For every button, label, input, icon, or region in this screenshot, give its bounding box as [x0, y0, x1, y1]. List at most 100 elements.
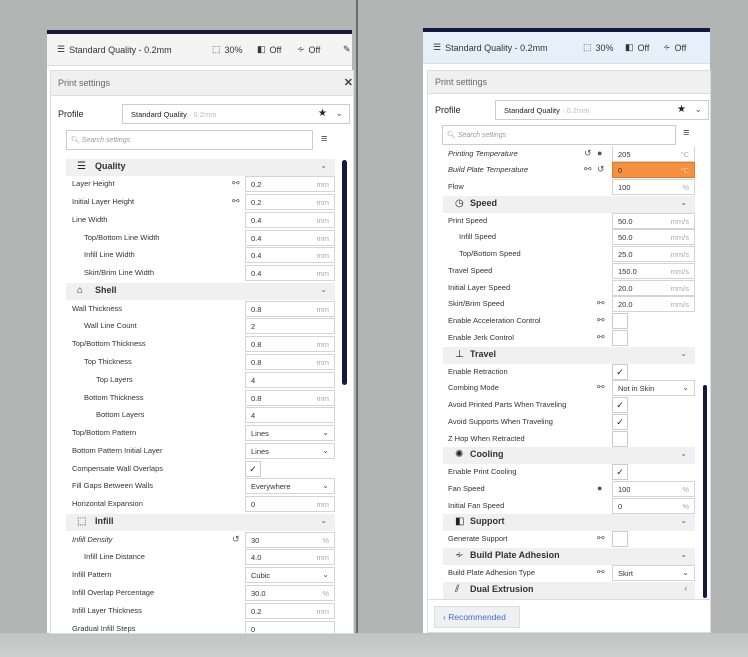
chevron-down-icon[interactable]: ⌄ — [680, 516, 687, 525]
setting-checkbox[interactable] — [612, 430, 628, 447]
setting-select[interactable]: Not in Skin ⌄ — [612, 380, 695, 397]
reset-icon[interactable]: ↺ — [232, 534, 240, 545]
search-input[interactable]: 🔍︎ Search settings — [66, 130, 313, 150]
setting-select[interactable]: Lines ⌄ — [245, 442, 335, 459]
setting-input[interactable]: 0.4 mm — [245, 211, 335, 228]
chevron-down-icon[interactable]: ⌄ — [320, 285, 327, 294]
link-icon[interactable]: ⚯ — [584, 164, 592, 175]
link-icon[interactable]: ⚯ — [597, 315, 605, 326]
chevron-down-icon[interactable]: ⌄ — [680, 550, 687, 559]
setting-input[interactable]: 0.2 mm — [245, 194, 335, 211]
setting-input[interactable]: 0.8 mm — [245, 389, 335, 406]
setting-select[interactable]: Cubic ⌄ — [245, 567, 335, 584]
setting-input[interactable]: 100% — [612, 480, 695, 497]
chevron-down-icon[interactable]: ⌄ — [694, 104, 702, 115]
category-header-travel[interactable]: ⊥ Travel ⌄ — [443, 346, 695, 364]
settings-menu-icon[interactable]: ≡ — [321, 133, 327, 145]
setting-row: Flow 100% — [427, 179, 699, 196]
setting-input[interactable]: 30% — [245, 531, 335, 548]
print-setup-header[interactable]: ☰ Standard Quality - 0.2mm ⬚ 30% ◧ Off ∻ Off — [423, 32, 710, 64]
setting-input[interactable]: 0.8 mm — [245, 300, 335, 317]
setting-input[interactable]: 0.2 mm — [245, 602, 335, 619]
category-header-dual-extrusion[interactable]: ⫽ Dual Extrusion ‹ — [443, 581, 695, 599]
setting-checkbox[interactable] — [612, 531, 628, 548]
scrollbar[interactable] — [342, 160, 347, 385]
setting-checkbox[interactable]: ✓ — [245, 460, 261, 477]
star-icon[interactable]: ★ — [677, 104, 686, 115]
settings-list[interactable]: Printing Temperature ↺ ● 205 °C Build Plate T… — [427, 147, 699, 599]
chevron-down-icon[interactable]: ⌄ — [320, 161, 327, 170]
search-input[interactable]: 🔍︎ Search settings — [442, 125, 676, 145]
print-setup-header[interactable]: ☰ Standard Quality - 0.2mm ⬚ 30% ◧ Off ∻ Off… — [47, 34, 352, 66]
category-header-shell[interactable]: ⌂ Shell ⌄ — [66, 282, 335, 300]
setting-input[interactable]: 20.0 mm/s — [612, 279, 695, 296]
setting-input[interactable]: 0 °C — [612, 162, 695, 179]
setting-select[interactable]: Skirt ⌄ — [612, 564, 695, 581]
setting-input[interactable]: 150.0 mm/s — [612, 262, 695, 279]
setting-input[interactable]: 0.4 mm — [245, 247, 335, 264]
settings-list[interactable]: ☰ Quality ⌄ Layer Height ⚯ 0.2 mm Initial Layer… — [50, 158, 340, 633]
setting-input[interactable]: 0.4 mm — [245, 229, 335, 246]
setting-input[interactable]: 25.0 mm/s — [612, 246, 695, 263]
close-icon[interactable]: ✕ — [344, 76, 353, 89]
setting-input[interactable]: 50.0 mm/s — [612, 212, 695, 229]
settings-menu-icon[interactable]: ≡ — [683, 127, 689, 139]
reset-icon[interactable]: ↺ — [584, 148, 592, 159]
setting-input[interactable]: 100% — [612, 179, 695, 196]
setting-input[interactable]: 30.0% — [245, 584, 335, 601]
setting-input[interactable]: 0.8 mm — [245, 353, 335, 370]
setting-input[interactable]: 50.0 mm/s — [612, 229, 695, 246]
reset-icon[interactable]: ↺ — [597, 164, 605, 175]
chevron-down-icon[interactable]: ⌄ — [335, 108, 343, 119]
setting-select[interactable]: Lines ⌄ — [245, 425, 335, 442]
setting-label: Skirt/Brim Speed — [448, 299, 505, 309]
chevron-down-icon[interactable]: ⌄ — [680, 349, 687, 358]
link-icon[interactable]: ⚯ — [597, 298, 605, 309]
setting-input[interactable]: 4.0 mm — [245, 549, 335, 566]
category-header-cooling[interactable]: ✺ Cooling ⌄ — [443, 447, 695, 465]
setting-checkbox[interactable] — [612, 313, 628, 330]
setting-checkbox[interactable]: ✓ — [612, 464, 628, 481]
profile-select[interactable]: Standard Quality - 0.2mm ★ ⌄ — [495, 100, 709, 120]
setting-input[interactable]: 0.2 mm — [245, 176, 335, 193]
setting-unit: mm — [316, 340, 330, 350]
setting-input[interactable]: 4 — [245, 371, 335, 388]
setting-input[interactable]: 20.0 mm/s — [612, 296, 695, 313]
profile-select[interactable]: Standard Quality - 0.2mm ★ ⌄ — [122, 104, 350, 124]
link-icon[interactable]: ⚯ — [597, 533, 605, 544]
setting-input[interactable]: 0% — [612, 497, 695, 514]
setting-input[interactable]: 205 °C — [612, 147, 695, 162]
setting-label: Top Thickness — [84, 356, 132, 366]
scrollbar[interactable] — [703, 385, 707, 598]
setting-input[interactable]: 2 — [245, 318, 335, 335]
star-icon[interactable]: ★ — [318, 108, 327, 119]
chevron-down-icon[interactable]: ⌄ — [680, 449, 687, 458]
category-header-quality[interactable]: ☰ Quality ⌄ — [66, 158, 335, 176]
setting-select[interactable]: Everywhere ⌄ — [245, 478, 335, 495]
function-icon[interactable]: ● — [597, 148, 602, 158]
category-header-speed[interactable]: ◷ Speed ⌄ — [443, 195, 695, 213]
category-header-build-plate-adhesion[interactable]: ∻ Build Plate Adhesion ⌄ — [443, 547, 695, 565]
category-header-infill[interactable]: ⬚ Infill ⌄ — [66, 513, 335, 531]
chevron-left-icon[interactable]: ‹ — [684, 584, 687, 593]
link-icon[interactable]: ⚯ — [232, 178, 240, 189]
setting-input[interactable]: 0.4 mm — [245, 265, 335, 282]
category-header-support[interactable]: ◧ Support ⌄ — [443, 514, 695, 532]
link-icon[interactable]: ⚯ — [232, 196, 240, 207]
setting-checkbox[interactable]: ✓ — [612, 397, 628, 414]
link-icon[interactable]: ⚯ — [597, 332, 605, 343]
setting-input[interactable]: 0 — [245, 620, 335, 633]
link-icon[interactable]: ⚯ — [597, 382, 605, 393]
setting-input[interactable]: 0 mm — [245, 496, 335, 513]
setting-checkbox[interactable]: ✓ — [612, 363, 628, 380]
setting-checkbox[interactable] — [612, 329, 628, 346]
setting-input[interactable]: 4 — [245, 407, 335, 424]
chevron-down-icon[interactable]: ⌄ — [320, 516, 327, 525]
edit-icon[interactable]: ✎ — [343, 44, 351, 55]
setting-checkbox[interactable]: ✓ — [612, 413, 628, 430]
link-icon[interactable]: ⚯ — [597, 567, 605, 578]
recommended-button[interactable]: ‹ Recommended — [434, 606, 520, 628]
function-icon[interactable]: ● — [597, 483, 602, 493]
chevron-down-icon[interactable]: ⌄ — [680, 198, 687, 207]
setting-input[interactable]: 0.8 mm — [245, 336, 335, 353]
